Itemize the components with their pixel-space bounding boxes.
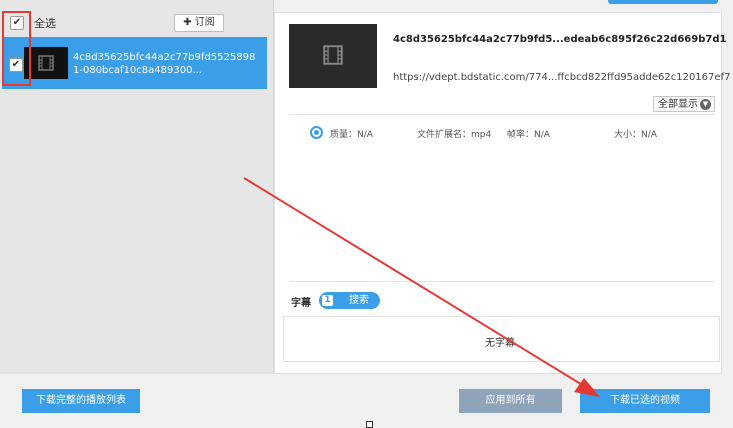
select-all-label: 全选 [34, 17, 56, 30]
download-selected-button[interactable]: 下载已选的视频 [580, 389, 710, 413]
subscribe-button[interactable]: ✚ 订阅 [174, 14, 224, 32]
file-extension-value: 文件扩展名：mp4 [417, 130, 492, 140]
subtitle-section-label: 字幕 [291, 298, 311, 309]
video-title: 4c8d35625bfc44a2c77b9fd5...edeab6c895f26… [393, 34, 727, 45]
film-icon [38, 55, 54, 71]
divider [289, 281, 714, 282]
top-bar-accent [608, 0, 718, 4]
search-button-label: 搜索 [349, 295, 369, 306]
chevron-down-icon: ▼ [700, 99, 711, 110]
video-url: https://vdept.bdstatic.com/774...ffcbcd8… [393, 72, 731, 83]
video-thumbnail [289, 24, 377, 88]
show-all-dropdown[interactable]: 全部显示 ▼ [653, 96, 715, 112]
apply-to-all-button[interactable]: 应用到所有 [459, 389, 562, 413]
size-value: 大小：N/A [614, 130, 657, 140]
subtitle-search-button[interactable]: 1 搜索 [319, 292, 380, 309]
format-radio-button[interactable] [310, 126, 323, 139]
framerate-value: 帧率：N/A [507, 130, 550, 140]
no-subtitle-text: 无字幕 [485, 338, 515, 349]
divider [289, 114, 714, 115]
film-icon [323, 45, 343, 65]
video-item-title: 4c8d35625bfc44a2c77b9fd55258981-080bcaf1… [73, 52, 256, 76]
download-playlist-button[interactable]: 下载完整的播放列表 [22, 389, 140, 413]
quality-value: 质量：N/A [330, 130, 373, 140]
annotation-highlight-box [2, 11, 31, 86]
show-all-label: 全部显示 [658, 99, 698, 110]
search-icon: 1 [322, 295, 333, 306]
